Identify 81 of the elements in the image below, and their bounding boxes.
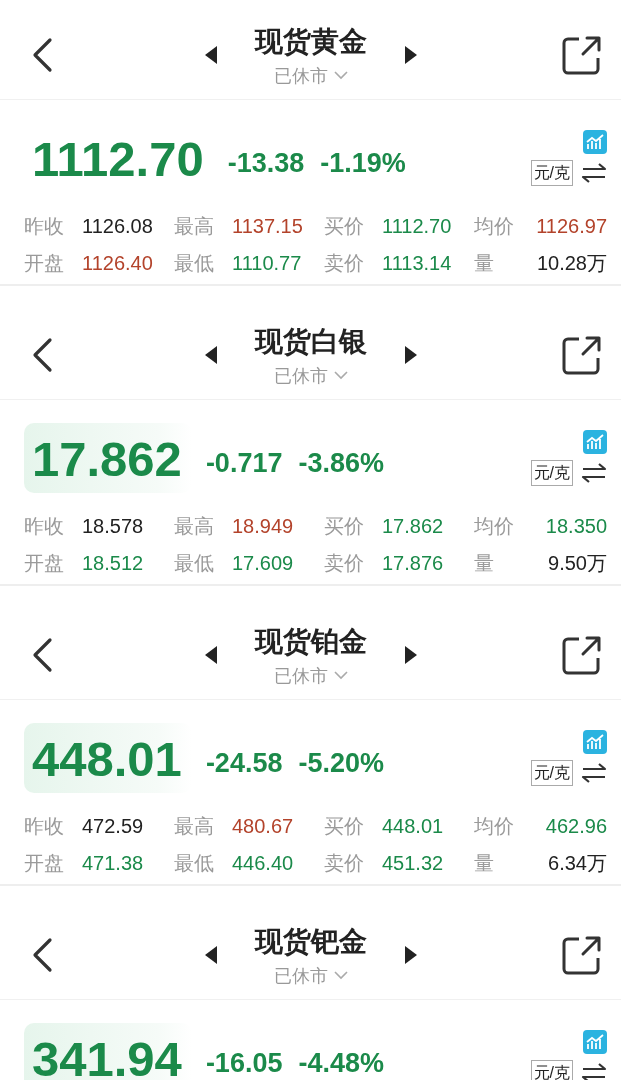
swap-arrows-icon[interactable]	[581, 463, 607, 483]
stat-label: 买价	[324, 814, 365, 839]
instrument-title: 现货铂金	[254, 624, 367, 659]
instrument-title: 现货黄金	[254, 24, 367, 59]
market-status: 已休市	[273, 364, 328, 388]
stat-value: 1110.77	[232, 251, 303, 276]
stat-value: 18.578	[82, 514, 145, 539]
percent-change: -4.48%	[298, 1047, 384, 1079]
stat-value: 17.862	[382, 514, 445, 539]
market-status: 已休市	[273, 964, 328, 988]
stat-label: 开盘	[24, 851, 65, 876]
market-status: 已休市	[273, 664, 328, 688]
instrument-title: 现货白银	[254, 324, 367, 359]
previous-triangle-icon[interactable]	[204, 945, 217, 964]
percent-change: -5.20%	[298, 747, 384, 779]
market-status: 已休市	[273, 64, 328, 88]
unit-toggle[interactable]: 元/克	[530, 760, 573, 786]
price-change: -24.58	[205, 747, 283, 779]
stat-value: 446.40	[232, 851, 295, 876]
stat-value: 18.949	[232, 514, 295, 539]
unit-toggle[interactable]: 元/克	[530, 160, 573, 186]
next-triangle-icon[interactable]	[404, 345, 417, 364]
stat-label: 开盘	[24, 551, 65, 576]
stat-value: 451.32	[382, 851, 445, 876]
stat-value: 17.609	[232, 551, 295, 576]
next-triangle-icon[interactable]	[404, 645, 417, 664]
next-triangle-icon[interactable]	[404, 945, 417, 964]
stat-value: 6.34万	[548, 851, 607, 876]
stat-value: 471.38	[82, 851, 145, 876]
stat-value: 1137.15	[232, 214, 304, 239]
stat-label: 最高	[174, 214, 215, 239]
stat-value: 9.50万	[548, 551, 607, 576]
previous-triangle-icon[interactable]	[204, 45, 217, 64]
stat-value: 472.59	[82, 814, 145, 839]
stat-value: 18.512	[82, 551, 145, 576]
stat-value: 1113.14	[382, 251, 453, 276]
swap-arrows-icon[interactable]	[581, 163, 607, 183]
stat-label: 卖价	[324, 851, 365, 876]
next-triangle-icon[interactable]	[404, 45, 417, 64]
price-change: -13.38	[227, 147, 305, 179]
stat-label: 昨收	[24, 514, 65, 539]
stat-label: 量	[474, 251, 495, 276]
previous-triangle-icon[interactable]	[204, 645, 217, 664]
stat-value: 17.876	[382, 551, 445, 576]
unit-toggle[interactable]: 元/克	[530, 1060, 573, 1080]
stat-label: 均价	[474, 214, 515, 239]
previous-triangle-icon[interactable]	[204, 345, 217, 364]
price-change: -0.717	[205, 447, 283, 479]
stat-value: 462.96	[545, 814, 607, 839]
stat-label: 卖价	[324, 251, 365, 276]
stat-value: 1112.70	[382, 214, 453, 239]
stat-label: 最高	[174, 814, 215, 839]
stat-label: 最低	[174, 251, 215, 276]
swap-arrows-icon[interactable]	[581, 1063, 607, 1080]
stat-value: 10.28万	[536, 251, 607, 276]
stat-label: 量	[474, 551, 495, 576]
stat-label: 最低	[174, 851, 215, 876]
stat-label: 开盘	[24, 251, 65, 276]
price-change: -16.05	[205, 1047, 283, 1079]
stat-value: 1126.08	[82, 214, 154, 239]
stat-label: 昨收	[24, 214, 65, 239]
stat-label: 最低	[174, 551, 215, 576]
stat-label: 昨收	[24, 814, 65, 839]
stat-value: 480.67	[232, 814, 295, 839]
stat-label: 买价	[324, 214, 365, 239]
stat-value: 448.01	[382, 814, 445, 839]
unit-toggle[interactable]: 元/克	[530, 460, 573, 486]
stat-label: 均价	[474, 814, 515, 839]
stat-label: 均价	[474, 514, 515, 539]
instrument-title: 现货钯金	[254, 924, 367, 959]
swap-arrows-icon[interactable]	[581, 763, 607, 783]
stat-label: 买价	[324, 514, 365, 539]
stat-label: 量	[474, 851, 495, 876]
stat-label: 最高	[174, 514, 215, 539]
last-price: 1112.70	[31, 131, 205, 188]
stat-value: 1126.40	[82, 251, 154, 276]
stat-value: 1126.97	[536, 214, 607, 239]
stat-label: 卖价	[324, 551, 365, 576]
stat-value: 18.350	[545, 514, 607, 539]
percent-change: -1.19%	[320, 147, 406, 179]
percent-change: -3.86%	[298, 447, 384, 479]
